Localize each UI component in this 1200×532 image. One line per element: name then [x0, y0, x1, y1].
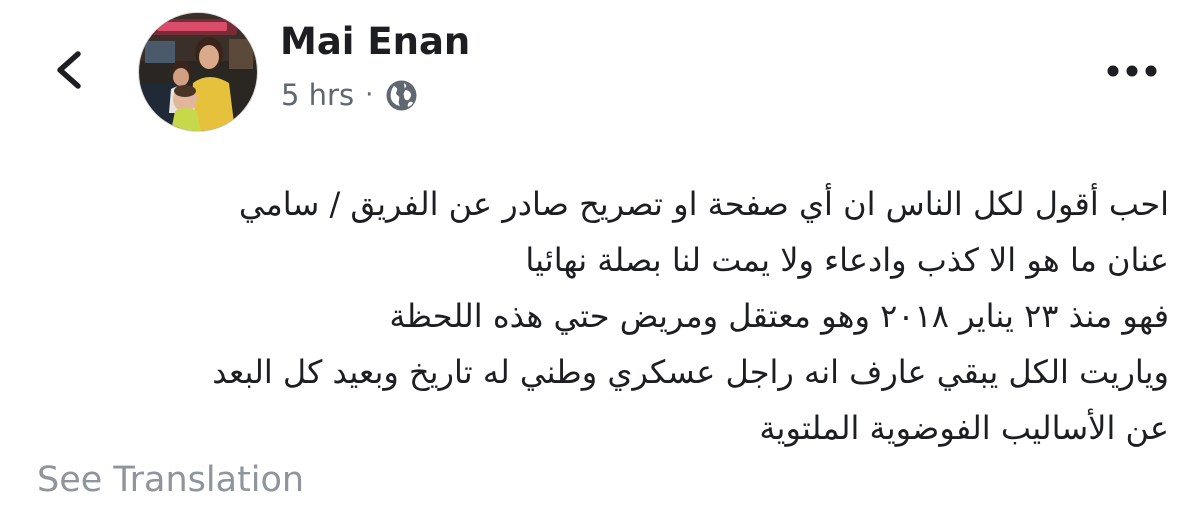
post-line: احب أقول لكل الناس ان أي صفحة او تصريح ص…: [238, 185, 1169, 223]
post-text: احب أقول لكل الناس ان أي صفحة او تصريح ص…: [36, 176, 1169, 456]
see-translation-link[interactable]: See Translation: [37, 460, 304, 500]
post-timestamp[interactable]: 5 hrs: [281, 78, 354, 112]
author-name[interactable]: Mai Enan: [280, 20, 470, 63]
post-meta: 5 hrs ·: [281, 78, 418, 112]
post-line: فهو منذ ٢٣ يناير ٢٠١٨ وهو معتقل ومريض حت…: [389, 297, 1169, 335]
chevron-left-icon: [57, 51, 81, 89]
post-line: عنان ما هو الا كذب وادعاء ولا يمت لنا بص…: [525, 241, 1169, 279]
more-options-button[interactable]: [1105, 58, 1159, 84]
post-line: عن الأساليب الفوضوية الملتوية: [759, 409, 1169, 447]
more-horizontal-icon: [1107, 65, 1157, 77]
profile-photo: [139, 13, 257, 131]
globe-icon[interactable]: [385, 79, 418, 112]
post-line: وياريت الكل يبقي عارف انه راجل عسكري وطن…: [212, 353, 1169, 391]
meta-separator: ·: [365, 80, 374, 110]
back-button[interactable]: [50, 46, 90, 94]
avatar[interactable]: [138, 12, 258, 132]
